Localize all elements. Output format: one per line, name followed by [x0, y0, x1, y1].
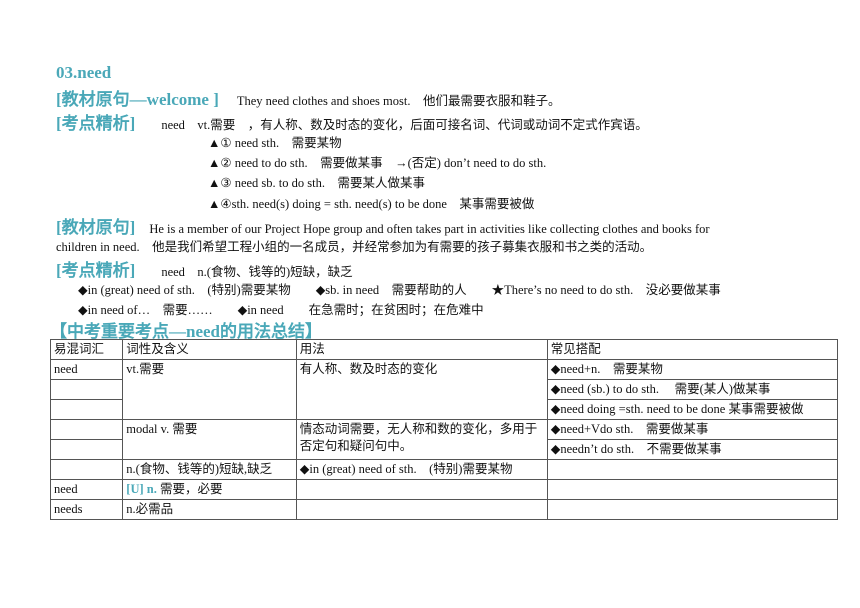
cell-word: need: [49, 359, 124, 380]
pos-meaning: 需要，必要: [156, 482, 223, 496]
section-tag: [考点精析]: [56, 261, 136, 280]
pos-tag: [U] n.: [126, 482, 157, 496]
cell-empty: [295, 479, 548, 500]
cell-collocation: ◆need+Vdo sth. 需要做某事: [546, 419, 839, 440]
cell-empty: [49, 419, 124, 440]
key-point-analysis-2: [考点精析] need n.(食物、钱等的)短缺，缺乏: [56, 256, 353, 281]
cell-empty: [49, 439, 124, 460]
cell-collocation: ◆need (sb.) to do sth. 需要(某人)做某事: [546, 379, 839, 400]
cell-collocation: ◆need doing =sth. need to be done 某事需要被做: [546, 399, 839, 420]
table-row: modal v. 需要 情态动词需要，无人称和数的变化，多用于否定句和疑问句中。…: [49, 419, 839, 460]
section-tag: [教材原句]: [56, 218, 136, 237]
cell-pos: n.(食物、钱等的)短缺,缺乏: [122, 459, 297, 480]
sentence-text: They need clothes and shoes most. 他们最需要衣…: [236, 94, 561, 108]
usage-item-1: ▲① need sth. 需要某物: [208, 136, 342, 150]
cell-empty: [49, 399, 124, 420]
cell-empty: [49, 379, 124, 400]
table-row: need vt.需要 有人称、数及时态的变化 ◆need+n. 需要某物: [49, 359, 839, 420]
section-heading: 03.need: [56, 63, 112, 82]
textbook-sentence-2: [教材原句] He is a member of our Project Hop…: [56, 213, 710, 238]
phrase-row-2: ◆in need of… 需要…… ◆in need 在急需时；在贫困时；在危难…: [78, 303, 484, 317]
section-tag: [考点精析]: [56, 114, 136, 133]
cell-empty: [49, 459, 124, 480]
usage-item-4: ▲④sth. need(s) doing = sth. need(s) to b…: [208, 197, 535, 211]
textbook-sentence-1: [教材原句—welcome ] They need clothes and sh…: [56, 85, 560, 110]
cell-usage: 有人称、数及时态的变化: [295, 359, 548, 420]
cell-empty: [546, 459, 839, 480]
cell-pos: modal v. 需要: [122, 419, 297, 460]
cell-word: needs: [49, 499, 124, 520]
cell-pos: n.必需品: [122, 499, 297, 520]
phrase-row-1: ◆in (great) need of sth. (特别)需要某物 ◆sb. i…: [78, 283, 721, 297]
section-tag: [教材原句—welcome ]: [56, 90, 219, 109]
usage-item-3: ▲③ need sb. to do sth. 需要某人做某事: [208, 176, 425, 190]
analysis-intro: need vt.需要 ，有人称、数及时态的变化，后面可接名词、代词或动词不定式作…: [161, 118, 648, 132]
header-pos: 词性及含义: [122, 339, 297, 360]
usage-item-2: ▲② need to do sth. 需要做某事 →(否定) don’t nee…: [208, 156, 547, 170]
header-word: 易混词汇: [49, 339, 124, 360]
cell-usage: ◆in (great) need of sth. (特别)需要某物: [295, 459, 548, 480]
cell-collocation: ◆needn’t do sth. 不需要做某事: [546, 439, 839, 460]
sentence-line-2: children in need. 他是我们希望工程小组的一名成员，并经常参加为…: [56, 240, 653, 254]
table-row: n.(食物、钱等的)短缺,缺乏 ◆in (great) need of sth.…: [49, 459, 839, 480]
cell-empty: [546, 479, 839, 500]
cell-empty: [546, 499, 839, 520]
cell-collocation: ◆need+n. 需要某物: [546, 359, 839, 380]
cell-empty: [295, 499, 548, 520]
table-header-row: 易混词汇 词性及含义 用法 常见搭配: [49, 339, 839, 360]
key-point-analysis-1: [考点精析] need vt.需要 ，有人称、数及时态的变化，后面可接名词、代词…: [56, 109, 648, 134]
header-collocation: 常见搭配: [546, 339, 839, 360]
cell-pos: vt.需要: [122, 359, 297, 420]
analysis-intro: need n.(食物、钱等的)短缺，缺乏: [161, 265, 353, 279]
cell-usage: 情态动词需要，无人称和数的变化，多用于否定句和疑问句中。: [295, 419, 548, 460]
header-usage: 用法: [295, 339, 548, 360]
cell-word: need: [49, 479, 124, 500]
table-row: needs n.必需品: [49, 499, 839, 520]
need-usage-table: 易混词汇 词性及含义 用法 常见搭配 need vt.需要 有人称、数及时态的变…: [49, 339, 839, 520]
sentence-line-1: He is a member of our Project Hope group…: [149, 222, 710, 236]
cell-pos: [U] n. 需要，必要: [122, 479, 297, 500]
table-row: need [U] n. 需要，必要: [49, 479, 839, 500]
